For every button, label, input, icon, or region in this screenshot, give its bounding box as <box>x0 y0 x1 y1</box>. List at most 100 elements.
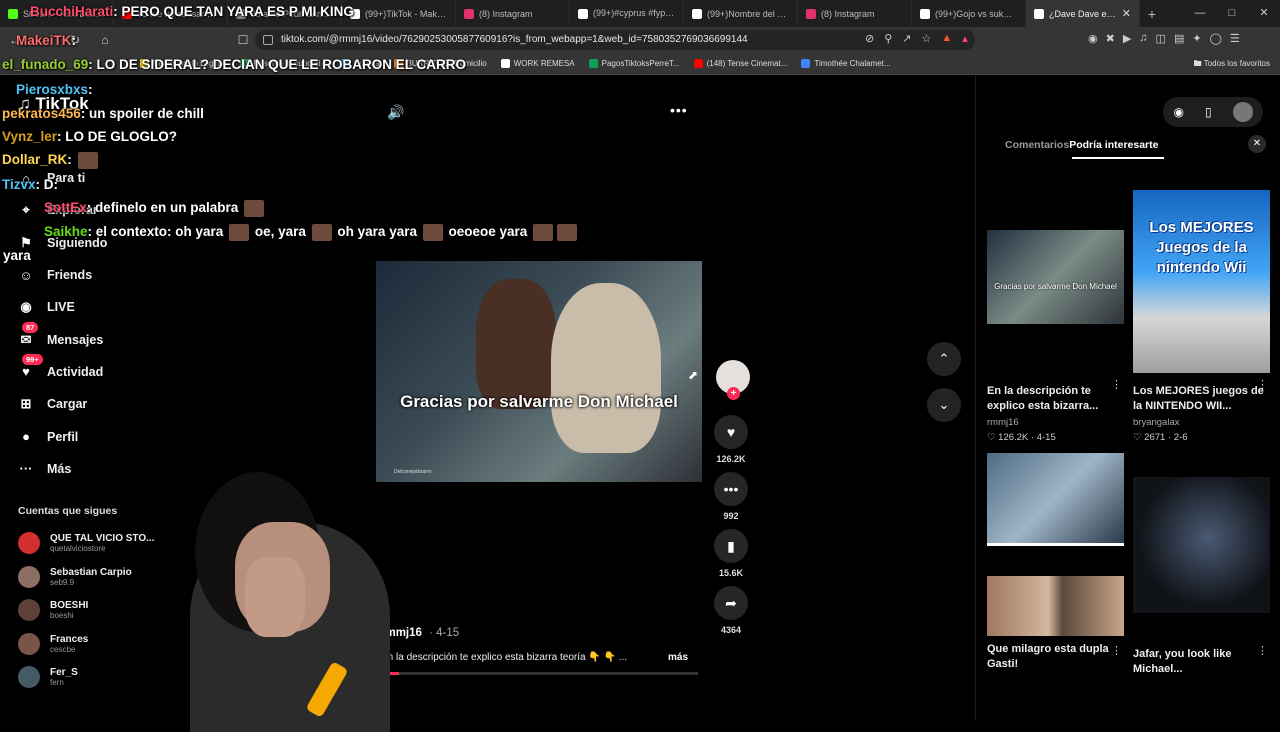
recommended-card[interactable] <box>987 453 1124 546</box>
bookmark-item[interactable]: WORK REMESA <box>500 59 575 68</box>
following-account[interactable]: Sebastian Carpio seb9.9 <box>18 562 168 592</box>
recommended-card[interactable]: Gracias por salvarme Don Michael <box>987 230 1124 324</box>
new-tab-button[interactable]: + <box>1140 6 1164 22</box>
menu-icon[interactable]: ☰ <box>1230 32 1240 45</box>
brave-shield-icon[interactable]: ▲ <box>941 32 952 45</box>
card-thumbnail <box>987 576 1124 636</box>
sidebar-item-perfil[interactable]: ● Perfil <box>14 420 164 452</box>
bookmark-favicon <box>588 59 598 68</box>
recommended-card[interactable] <box>1133 477 1270 613</box>
extension-icon[interactable]: ◉ <box>1088 32 1098 45</box>
bookmark-item[interactable]: (148) Tense Cinemat... <box>693 59 787 68</box>
volume-icon[interactable]: 🔊 <box>387 104 404 121</box>
zoom-icon[interactable]: ⚲ <box>884 32 892 45</box>
sidebar-item-friends[interactable]: ☺ Friends <box>14 259 164 291</box>
chat-message: SottEx: definelo en un palabra <box>44 200 266 217</box>
card-title[interactable]: Los MEJORES juegos de la NINTENDO WII... <box>1133 384 1270 414</box>
rewards-icon[interactable]: ▴ <box>962 32 968 45</box>
sidebar-item-live[interactable]: ◉ LIVE <box>14 291 164 323</box>
nav-glyph: ● <box>22 429 30 445</box>
site-info-icon[interactable] <box>263 35 273 45</box>
card-options-icon[interactable]: ⋮ <box>1111 378 1122 391</box>
video-description: En la descripción te explico esta bizarr… <box>381 652 628 663</box>
tab-interest[interactable]: Podría interesarte <box>1069 139 1158 151</box>
nav-icon: ◉ <box>14 298 38 316</box>
chat-text: oe, yara <box>254 224 306 240</box>
close-panel-button[interactable]: ✕ <box>1248 135 1266 153</box>
chat-text: : definelo en un palabra <box>86 200 239 216</box>
following-account[interactable]: Fer_S fern <box>18 662 168 692</box>
tab-favicon <box>806 8 816 19</box>
nav-icon: ♥ 99+ <box>14 353 43 381</box>
recommended-card[interactable]: Que milagro esta dupla Gasti! ⋮ <box>987 576 1124 672</box>
device-icon[interactable]: ▯ <box>1205 105 1212 119</box>
bookmark-item[interactable]: Timothée Chalamet... <box>801 59 891 68</box>
comment-button[interactable]: ••• 992 <box>711 472 751 521</box>
vpn-icon[interactable]: ◯ <box>1210 32 1222 45</box>
minimize-button[interactable]: — <box>1184 0 1216 27</box>
following-account[interactable]: QUE TAL VICIO STO... quetalviciostore <box>18 528 168 558</box>
chat-message: BucchiHarati: PERO QUE TAN YARA ES P MI … <box>30 4 354 19</box>
sidebar-item-cargar[interactable]: ⊞ Cargar <box>14 388 164 420</box>
share-button[interactable]: ➦ 4364 <box>711 586 751 635</box>
video-progress-bar[interactable] <box>376 672 698 675</box>
sidebar-item-mensajes[interactable]: ✉ 87 Mensajes <box>14 321 164 355</box>
tab-comments[interactable]: Comentarios <box>1005 139 1069 151</box>
no-eye-icon[interactable]: ⊘ <box>865 32 874 45</box>
sidebar-item-m-s[interactable]: ··· Más <box>14 453 164 485</box>
video-author[interactable]: rmmj16 · 4-15 <box>381 627 459 639</box>
more-link[interactable]: más <box>668 652 688 663</box>
more-options-icon[interactable]: ••• <box>670 102 688 118</box>
profile-avatar[interactable] <box>1232 102 1253 122</box>
media-icon[interactable]: ▶ <box>1123 32 1131 45</box>
following-account[interactable]: Frances cescbe <box>18 629 168 659</box>
card-title[interactable]: Que milagro esta dupla Gasti! <box>987 642 1124 672</box>
puzzle-icon[interactable]: ✖ <box>1106 32 1115 45</box>
card-title[interactable]: Jafar, you look like Michael... <box>1133 647 1270 677</box>
card-options-icon[interactable]: ⋮ <box>1111 644 1122 657</box>
browser-tab[interactable]: (99+)Gojo vs sukuna 3 <box>912 0 1026 27</box>
sidebar-item-actividad[interactable]: ♥ 99+ Actividad <box>14 353 164 388</box>
card-author[interactable]: rmmj16 <box>987 417 1124 428</box>
card-title[interactable]: En la descripción te explico esta bizarr… <box>987 384 1124 414</box>
save-button[interactable]: ▮ 15.6K <box>711 529 751 578</box>
card-author[interactable]: bryangalax <box>1133 417 1270 428</box>
browser-tab[interactable]: (99+)TikTok - Make Yo <box>342 0 456 27</box>
close-window-button[interactable]: ✕ <box>1248 0 1280 27</box>
creator-avatar[interactable]: + <box>716 360 750 400</box>
browser-tab[interactable]: (99+)#cyprus #fyp✩ | T <box>570 0 684 27</box>
browser-tab[interactable]: (8) Instagram <box>798 0 912 27</box>
recommended-card[interactable]: Los MEJORES Juegos de la nintendo Wii <box>1133 190 1270 373</box>
emote-icon <box>422 224 443 241</box>
chat-text: : el contexto: oh yara <box>87 224 224 240</box>
bookmark-item[interactable]: PagosTiktoksPerreT... <box>588 59 680 68</box>
nav-icon: ⌖ <box>14 201 38 219</box>
following-account[interactable]: BOESHI boeshi <box>18 595 168 625</box>
maximize-button[interactable]: □ <box>1216 0 1248 27</box>
leo-icon[interactable]: ✦ <box>1192 32 1201 45</box>
sidebar-icon[interactable]: ◫ <box>1156 32 1166 45</box>
card-options-icon[interactable]: ⋮ <box>1257 378 1268 391</box>
coin-icon[interactable]: ◉ <box>1173 105 1183 119</box>
browser-tab[interactable]: ¿Dave Dave era M ✕ <box>1026 0 1140 27</box>
browser-tab[interactable]: (99+)Nombre del gusa <box>684 0 798 27</box>
share-icon[interactable]: ↗ <box>902 32 911 45</box>
previous-video-button[interactable]: ⌃ <box>927 342 961 376</box>
star-icon[interactable]: ☆ <box>922 32 932 45</box>
playlist-icon[interactable]: ♫ <box>1139 32 1147 45</box>
nav-icon: ✉ 87 <box>14 321 39 349</box>
close-tab-icon[interactable]: ✕ <box>1122 7 1131 20</box>
next-video-button[interactable]: ⌄ <box>927 388 961 422</box>
chevron-down-icon: ⌄ <box>938 397 950 412</box>
wallet-icon[interactable]: ▤ <box>1174 32 1184 45</box>
card-options-icon[interactable]: ⋮ <box>1257 644 1268 657</box>
follow-plus-icon[interactable]: + <box>727 387 740 400</box>
bookmark-icon[interactable]: ☐ <box>228 33 258 47</box>
chat-text: yara <box>3 248 31 263</box>
video-player[interactable]: Gracias por salvarme Don Michael Delcone… <box>376 261 702 482</box>
home-icon[interactable]: ⌂ <box>90 33 120 47</box>
nav-glyph: ♥ <box>22 364 30 380</box>
browser-tab[interactable]: (8) Instagram <box>456 0 570 27</box>
all-bookmarks-button[interactable]: 🖿 Todos los favoritos <box>1194 58 1270 72</box>
like-button[interactable]: ♥ 126.2K <box>711 415 751 464</box>
